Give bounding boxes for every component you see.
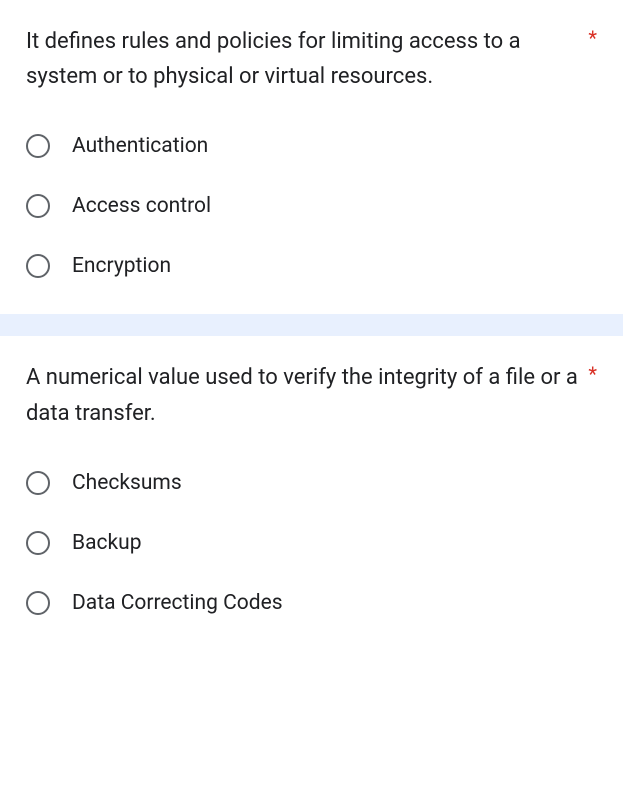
radio-icon: [26, 531, 50, 555]
option-authentication[interactable]: Authentication: [26, 134, 597, 158]
radio-icon: [26, 591, 50, 615]
question-header: It defines rules and policies for limiti…: [26, 24, 597, 94]
option-label: Data Correcting Codes: [72, 591, 283, 615]
radio-icon: [26, 254, 50, 278]
radio-icon: [26, 471, 50, 495]
option-access-control[interactable]: Access control: [26, 194, 597, 218]
question-prompt: It defines rules and policies for limiti…: [26, 24, 578, 94]
option-encryption[interactable]: Encryption: [26, 254, 597, 278]
options-group: Authentication Access control Encryption: [26, 134, 597, 278]
question-header: A numerical value used to verify the int…: [26, 360, 597, 430]
radio-icon: [26, 134, 50, 158]
option-label: Backup: [72, 531, 142, 555]
radio-icon: [26, 194, 50, 218]
option-label: Checksums: [72, 471, 182, 495]
option-label: Authentication: [72, 134, 208, 158]
option-data-correcting-codes[interactable]: Data Correcting Codes: [26, 591, 597, 615]
option-label: Access control: [72, 194, 211, 218]
option-backup[interactable]: Backup: [26, 531, 597, 555]
required-asterisk-icon: *: [588, 360, 597, 386]
option-label: Encryption: [72, 254, 171, 278]
question-prompt: A numerical value used to verify the int…: [26, 360, 578, 430]
option-checksums[interactable]: Checksums: [26, 471, 597, 495]
options-group: Checksums Backup Data Correcting Codes: [26, 471, 597, 615]
section-divider: [0, 314, 623, 336]
required-asterisk-icon: *: [588, 24, 597, 50]
question-block-1: It defines rules and policies for limiti…: [0, 0, 623, 314]
question-block-2: A numerical value used to verify the int…: [0, 336, 623, 650]
